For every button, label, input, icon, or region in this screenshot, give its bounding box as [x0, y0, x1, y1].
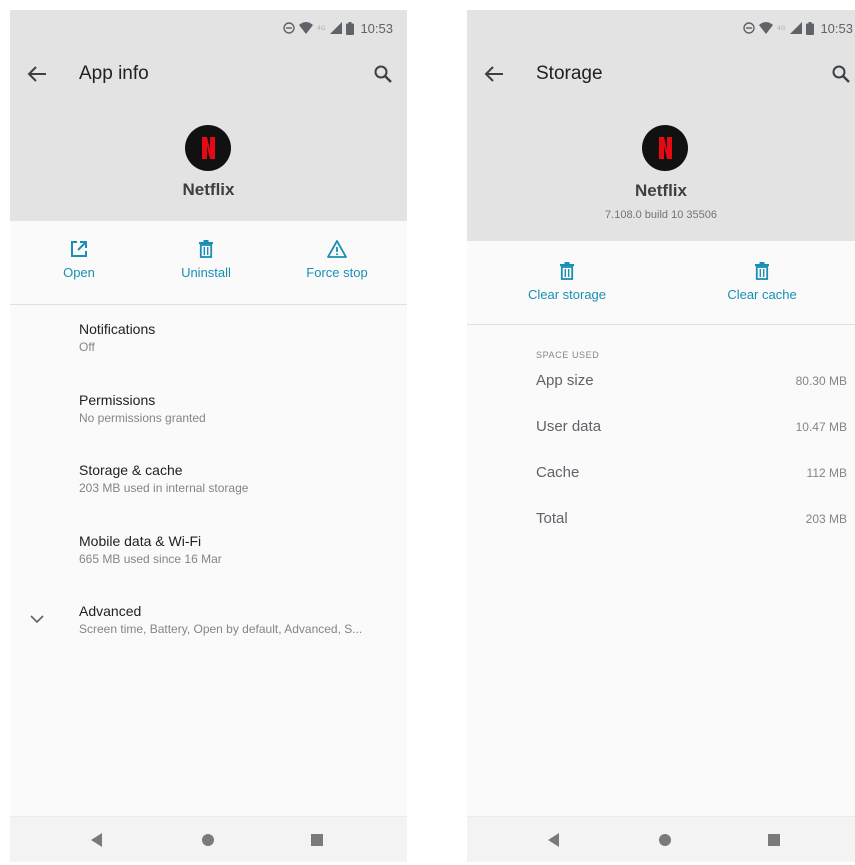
- advanced-item[interactable]: Advanced Screen time, Battery, Open by d…: [79, 603, 397, 636]
- nav-recents-icon[interactable]: [767, 833, 781, 847]
- storage-actions: Clear storage Clear cache: [467, 241, 855, 325]
- svg-text:4G: 4G: [777, 25, 786, 32]
- row-value: 80.30 MB: [795, 374, 847, 388]
- 4g-icon: 4G: [317, 25, 326, 32]
- item-subtitle: Screen time, Battery, Open by default, A…: [79, 622, 363, 636]
- nav-back-icon[interactable]: [547, 833, 561, 847]
- item-title: Permissions: [79, 392, 156, 408]
- app-name: Netflix: [182, 180, 235, 199]
- uninstall-label: Uninstall: [181, 265, 231, 280]
- wifi-icon: [299, 22, 314, 34]
- dnd-icon: [283, 22, 296, 34]
- clear-cache-label: Clear cache: [727, 287, 797, 302]
- signal-icon: [790, 22, 803, 34]
- warning-icon: [327, 240, 347, 258]
- trash-icon: [560, 262, 574, 280]
- clear-storage-button[interactable]: Clear storage: [522, 261, 612, 302]
- wifi-icon: [759, 22, 774, 34]
- status-time: 10:53: [360, 20, 393, 36]
- item-title: Advanced: [79, 603, 142, 619]
- chevron-down-icon[interactable]: [30, 614, 44, 624]
- clear-cache-button[interactable]: Clear cache: [719, 261, 805, 302]
- clear-storage-label: Clear storage: [527, 287, 607, 302]
- item-title: Notifications: [79, 321, 156, 337]
- page-title: Storage: [536, 63, 603, 84]
- row-label: Total: [536, 510, 568, 527]
- item-subtitle: 203 MB used in internal storage: [79, 481, 249, 495]
- storage-row-app-size: App size 80.30 MB: [536, 372, 847, 392]
- svg-text:4G: 4G: [317, 25, 326, 32]
- search-icon[interactable]: [373, 64, 393, 84]
- row-label: App size: [536, 372, 594, 389]
- netflix-logo-icon: [642, 125, 688, 171]
- storage-row-total: Total 203 MB: [536, 510, 847, 530]
- row-value: 112 MB: [806, 466, 847, 480]
- item-title: Storage & cache: [79, 462, 183, 478]
- nav-bar: [467, 816, 855, 862]
- page-title: App info: [79, 63, 149, 84]
- trash-icon: [199, 240, 213, 258]
- back-arrow-icon[interactable]: [483, 64, 505, 84]
- app-bar: App info: [10, 54, 407, 94]
- app-name: Netflix: [635, 181, 687, 200]
- dnd-icon: [743, 22, 756, 34]
- storage-screen: 4G 10:53 Storage Netflix 7.108.0 build 1…: [467, 10, 855, 862]
- signal-icon: [330, 22, 343, 34]
- item-subtitle: Off: [79, 340, 95, 354]
- space-used-header: SPACE USED: [536, 350, 600, 360]
- notifications-item[interactable]: Notifications Off: [79, 321, 397, 354]
- open-external-icon: [71, 241, 87, 257]
- storage-row-cache: Cache 112 MB: [536, 464, 847, 484]
- open-label: Open: [63, 265, 95, 280]
- storage-cache-item[interactable]: Storage & cache 203 MB used in internal …: [79, 462, 397, 495]
- app-actions: Open Uninstall Force stop: [10, 221, 407, 305]
- permissions-item[interactable]: Permissions No permissions granted: [79, 392, 397, 425]
- force-stop-button[interactable]: Force stop: [296, 239, 378, 280]
- nav-bar: [10, 816, 407, 862]
- battery-icon: [346, 21, 355, 35]
- nav-home-icon[interactable]: [201, 833, 215, 847]
- battery-icon: [806, 21, 815, 35]
- item-subtitle: No permissions granted: [79, 411, 206, 425]
- uninstall-button[interactable]: Uninstall: [170, 239, 242, 280]
- item-subtitle: 665 MB used since 16 Mar: [79, 552, 222, 566]
- app-header: 4G 10:53 App info Netflix: [10, 10, 407, 221]
- storage-row-user-data: User data 10.47 MB: [536, 418, 847, 438]
- row-value: 10.47 MB: [795, 420, 847, 434]
- row-label: Cache: [536, 464, 580, 481]
- nav-recents-icon[interactable]: [310, 833, 324, 847]
- status-bar: 4G 10:53: [283, 18, 393, 38]
- trash-icon: [755, 262, 769, 280]
- open-button[interactable]: Open: [52, 239, 106, 280]
- app-info-screen: 4G 10:53 App info Netflix Open Uninstall…: [10, 10, 407, 862]
- mobile-data-item[interactable]: Mobile data & Wi-Fi 665 MB used since 16…: [79, 533, 397, 566]
- back-arrow-icon[interactable]: [26, 64, 48, 84]
- row-label: User data: [536, 418, 602, 435]
- app-header: 4G 10:53 Storage Netflix 7.108.0 build 1…: [467, 10, 855, 241]
- search-icon[interactable]: [831, 64, 851, 84]
- status-time: 10:53: [820, 20, 853, 36]
- 4g-icon: 4G: [777, 25, 786, 32]
- app-version: 7.108.0 build 10 35506: [605, 209, 717, 221]
- item-title: Mobile data & Wi-Fi: [79, 533, 202, 549]
- status-bar: 4G 10:53: [743, 18, 853, 38]
- row-value: 203 MB: [805, 512, 847, 526]
- app-bar: Storage: [467, 54, 855, 94]
- nav-home-icon[interactable]: [658, 833, 672, 847]
- force-stop-label: Force stop: [306, 265, 368, 280]
- nav-back-icon[interactable]: [90, 833, 104, 847]
- netflix-logo-icon: [185, 125, 231, 171]
